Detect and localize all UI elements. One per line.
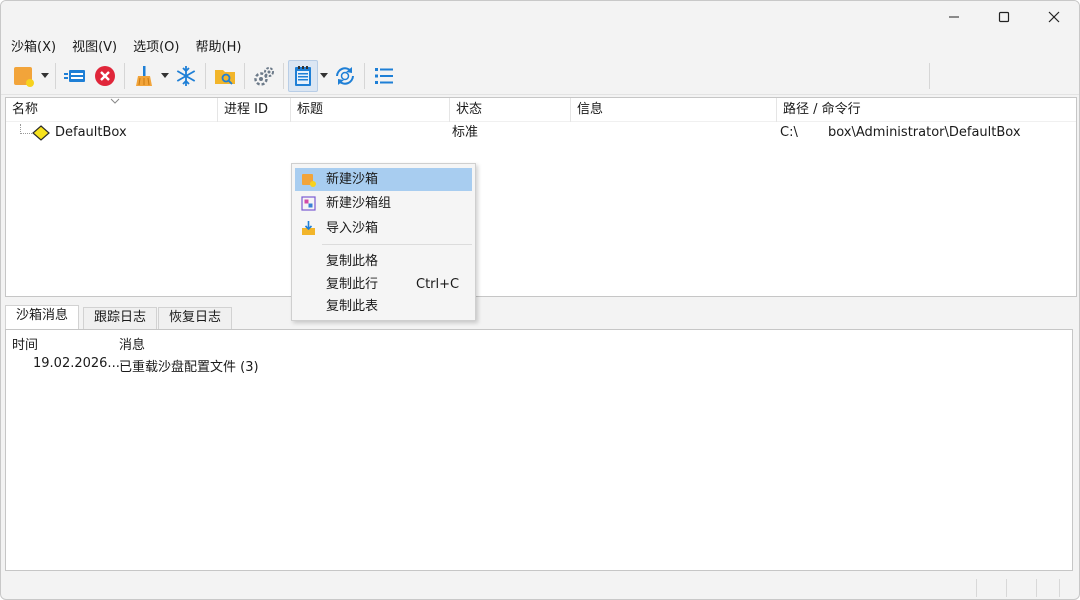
menu-item-label: 复制此行	[326, 277, 379, 292]
tab-trace-log[interactable]: 跟踪日志	[83, 307, 158, 329]
toolbar-separator	[283, 62, 284, 89]
column-title[interactable]: 标题	[291, 98, 450, 122]
log-column-time[interactable]: 时间	[12, 334, 38, 353]
menu-options[interactable]: 选项(O)	[127, 34, 185, 57]
maximize-button[interactable]	[979, 1, 1029, 33]
menu-item-copy-table[interactable]: 复制此表	[295, 295, 472, 318]
status-bar	[1, 573, 1079, 599]
log-time: 19.02.2026...	[33, 356, 120, 371]
status-separator	[1036, 579, 1037, 597]
menu-view[interactable]: 视图(V)	[66, 34, 123, 57]
refresh-button[interactable]	[330, 60, 360, 92]
minimize-icon	[949, 16, 959, 18]
sandbox-diamond-icon	[32, 125, 50, 141]
dropdown-arrow-icon	[161, 72, 169, 78]
import-box-icon	[302, 221, 315, 235]
browse-files-icon	[215, 69, 235, 85]
tab-recovery-log[interactable]: 恢复日志	[158, 307, 233, 329]
menu-help[interactable]: 帮助(H)	[190, 34, 248, 57]
menu-item-new-box[interactable]: 新建沙箱	[295, 168, 472, 191]
menu-item-label: 复制此表	[326, 299, 379, 314]
sandbox-status: 标准	[452, 125, 479, 140]
freeze-button[interactable]	[171, 60, 201, 92]
sort-caret-icon	[110, 98, 120, 104]
sandbox-path-prefix: C:\	[780, 125, 798, 140]
programs-button[interactable]	[60, 60, 90, 92]
status-separator	[976, 579, 977, 597]
notepad-icon	[295, 65, 311, 86]
list-view-icon	[375, 67, 393, 84]
sandbox-tree[interactable]: 名称 进程 ID 标题 状态 信息 路径 / 命令行 DefaultBox 标准…	[5, 97, 1077, 297]
notepad-button[interactable]	[288, 59, 318, 92]
status-separator	[1006, 579, 1007, 597]
terminate-all-icon	[95, 65, 115, 86]
maximize-icon	[998, 11, 1010, 23]
new-box-icon	[302, 174, 316, 187]
new-box-icon	[14, 66, 34, 87]
column-info[interactable]: 信息	[571, 98, 777, 122]
toolbar-separator	[124, 62, 125, 89]
list-view-button[interactable]	[369, 60, 399, 92]
sandbox-path: box\Administrator\DefaultBox	[828, 125, 1021, 140]
tree-branch-line	[20, 124, 32, 134]
toolbar-separator	[929, 63, 930, 89]
new-group-icon	[301, 196, 316, 211]
browse-files-button[interactable]	[210, 60, 240, 92]
tree-header: 名称 进程 ID 标题 状态 信息 路径 / 命令行	[6, 98, 1076, 122]
toolbar-separator	[205, 62, 206, 89]
cleanup-icon	[136, 65, 152, 86]
minimize-button[interactable]	[929, 1, 979, 33]
context-menu: 新建沙箱 新建沙箱组 导入沙箱 复制此格 复制此行 Ctrl+C 复制此表	[291, 163, 476, 321]
log-row[interactable]: 19.02.2026... 已重载沙盘配置文件 (3)	[6, 356, 1072, 376]
menu-separator	[322, 244, 472, 245]
title-bar	[1, 1, 1079, 33]
dropdown-arrow-icon	[41, 72, 49, 78]
menu-bar: 沙箱(X) 视图(V) 选项(O) 帮助(H)	[1, 33, 1079, 57]
menu-item-copy-cell[interactable]: 复制此格	[295, 250, 472, 273]
message-log[interactable]: 时间 消息 19.02.2026... 已重载沙盘配置文件 (3)	[5, 329, 1073, 571]
toolbar-separator	[55, 62, 56, 89]
menu-item-label: 导入沙箱	[326, 221, 379, 236]
new-box-dropdown[interactable]	[39, 60, 51, 92]
menu-item-label: 新建沙箱	[326, 172, 379, 187]
toolbar-separator	[364, 62, 365, 89]
toolbar	[1, 57, 1079, 95]
column-status[interactable]: 状态	[450, 98, 571, 122]
log-header: 时间 消息	[6, 334, 1072, 354]
toolbar-separator	[244, 62, 245, 89]
tab-sandbox-messages[interactable]: 沙箱消息	[5, 305, 80, 330]
settings-gears-icon	[254, 66, 274, 86]
settings-button[interactable]	[249, 60, 279, 92]
terminate-all-button[interactable]	[90, 60, 120, 92]
new-box-button[interactable]	[9, 60, 39, 92]
menu-item-shortcut: Ctrl+C	[416, 277, 460, 292]
log-message: 已重载沙盘配置文件 (3)	[119, 360, 259, 375]
notepad-dropdown[interactable]	[318, 60, 330, 92]
menu-item-new-group[interactable]: 新建沙箱组	[295, 192, 472, 215]
menu-sandbox[interactable]: 沙箱(X)	[5, 34, 62, 57]
menu-item-label: 复制此格	[326, 254, 379, 269]
close-icon	[1048, 11, 1060, 23]
app-window: 沙箱(X) 视图(V) 选项(O) 帮助(H) 名称 进程 ID 标题 状态 信…	[0, 0, 1080, 600]
menu-item-copy-row[interactable]: 复制此行 Ctrl+C	[295, 273, 472, 296]
refresh-icon	[336, 66, 354, 85]
freeze-icon	[176, 65, 196, 86]
menu-item-label: 新建沙箱组	[326, 196, 392, 211]
programs-icon	[64, 69, 85, 82]
dropdown-arrow-icon	[320, 72, 328, 78]
tree-row[interactable]: DefaultBox 标准 C:\ box\Administrator\Defa…	[6, 122, 1076, 144]
cleanup-button[interactable]	[129, 60, 159, 92]
cleanup-dropdown[interactable]	[159, 60, 171, 92]
column-path[interactable]: 路径 / 命令行	[777, 98, 1076, 122]
close-button[interactable]	[1029, 1, 1079, 33]
status-separator	[1059, 579, 1060, 597]
log-tabs: 沙箱消息 跟踪日志 恢复日志	[5, 305, 1077, 330]
sandbox-name: DefaultBox	[55, 125, 127, 140]
menu-item-import-box[interactable]: 导入沙箱	[295, 217, 472, 240]
column-pid[interactable]: 进程 ID	[218, 98, 291, 122]
log-column-message[interactable]: 消息	[119, 334, 145, 353]
